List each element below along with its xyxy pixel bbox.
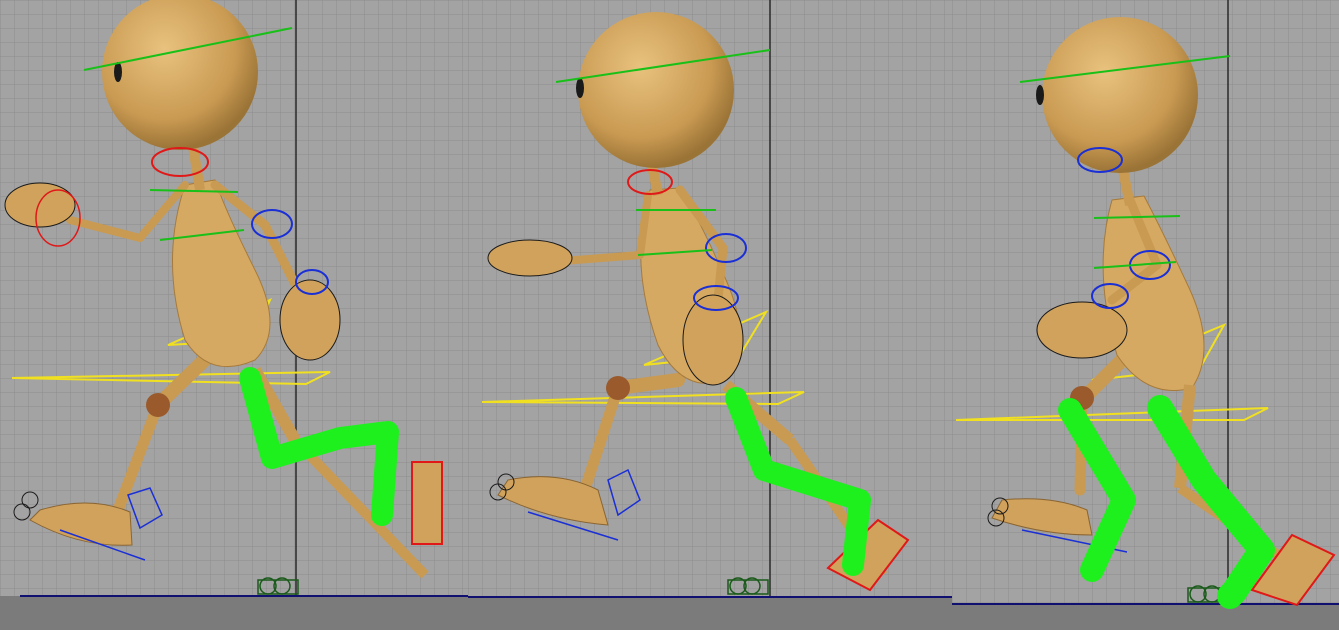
rig-render-right — [952, 0, 1339, 630]
rig-render-left — [0, 0, 468, 630]
viewport-panel-middle[interactable] — [468, 0, 952, 630]
animation-viewport-strip — [0, 0, 1339, 630]
rig-render-middle — [468, 0, 952, 630]
viewport-panel-left[interactable] — [0, 0, 468, 630]
viewport-panel-right[interactable] — [952, 0, 1339, 630]
